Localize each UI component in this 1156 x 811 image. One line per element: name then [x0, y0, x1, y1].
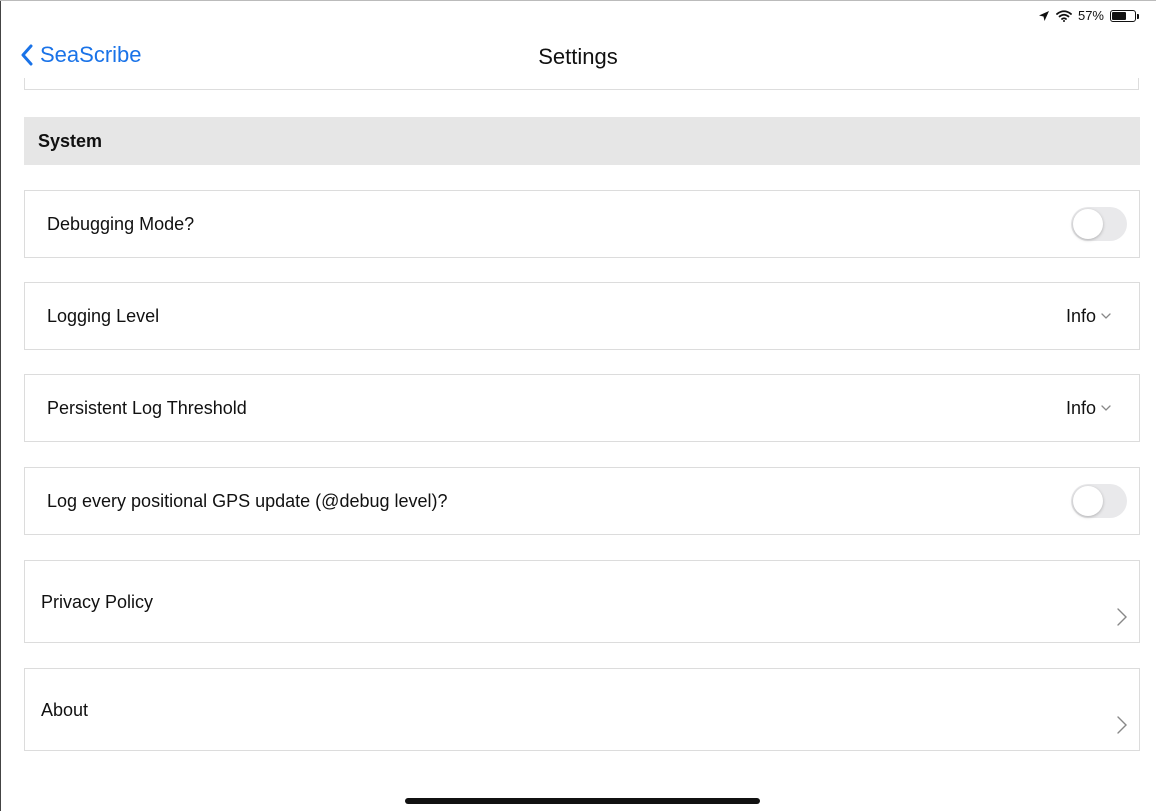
window-top-edge — [0, 0, 1156, 1]
toggle-knob — [1073, 486, 1103, 516]
logging-level-select[interactable]: Info — [1066, 306, 1111, 327]
logging-level-value: Info — [1065, 306, 1096, 326]
log-gps-label: Log every positional GPS update (@debug … — [47, 491, 448, 511]
chevron-down-icon — [1101, 313, 1111, 319]
battery-fill — [1112, 11, 1126, 20]
about-row[interactable]: About — [24, 668, 1140, 751]
wifi-icon — [1056, 9, 1072, 22]
battery-icon — [1110, 9, 1139, 22]
battery-percent: 57% — [1077, 8, 1104, 23]
about-label: About — [41, 700, 89, 720]
previous-card-edge — [24, 78, 1139, 90]
log-gps-row: Log every positional GPS update (@debug … — [24, 467, 1140, 535]
persistent-log-threshold-row: Persistent Log Threshold Info — [24, 374, 1140, 442]
home-indicator[interactable] — [405, 798, 760, 804]
chevron-right-icon — [1117, 716, 1127, 734]
chevron-right-icon — [1117, 608, 1127, 626]
privacy-policy-label: Privacy Policy — [41, 592, 154, 612]
logging-level-row: Logging Level Info — [24, 282, 1140, 350]
status-bar: 57% — [1038, 8, 1139, 23]
location-arrow-icon — [1038, 10, 1049, 21]
section-title: System — [38, 131, 103, 151]
persistent-log-threshold-select[interactable]: Info — [1066, 398, 1111, 419]
persistent-log-threshold-value: Info — [1065, 398, 1096, 418]
privacy-policy-row[interactable]: Privacy Policy — [24, 560, 1140, 643]
section-header-system: System — [24, 117, 1140, 165]
logging-level-label: Logging Level — [47, 306, 160, 326]
window-left-edge — [0, 0, 1, 811]
toggle-knob — [1073, 209, 1103, 239]
log-gps-toggle[interactable] — [1071, 484, 1127, 518]
chevron-down-icon — [1101, 405, 1111, 411]
debugging-mode-row: Debugging Mode? — [24, 190, 1140, 258]
debugging-mode-label: Debugging Mode? — [47, 214, 195, 234]
page-title: Settings — [538, 44, 618, 69]
debugging-mode-toggle[interactable] — [1071, 207, 1127, 241]
persistent-log-threshold-label: Persistent Log Threshold — [47, 398, 247, 418]
